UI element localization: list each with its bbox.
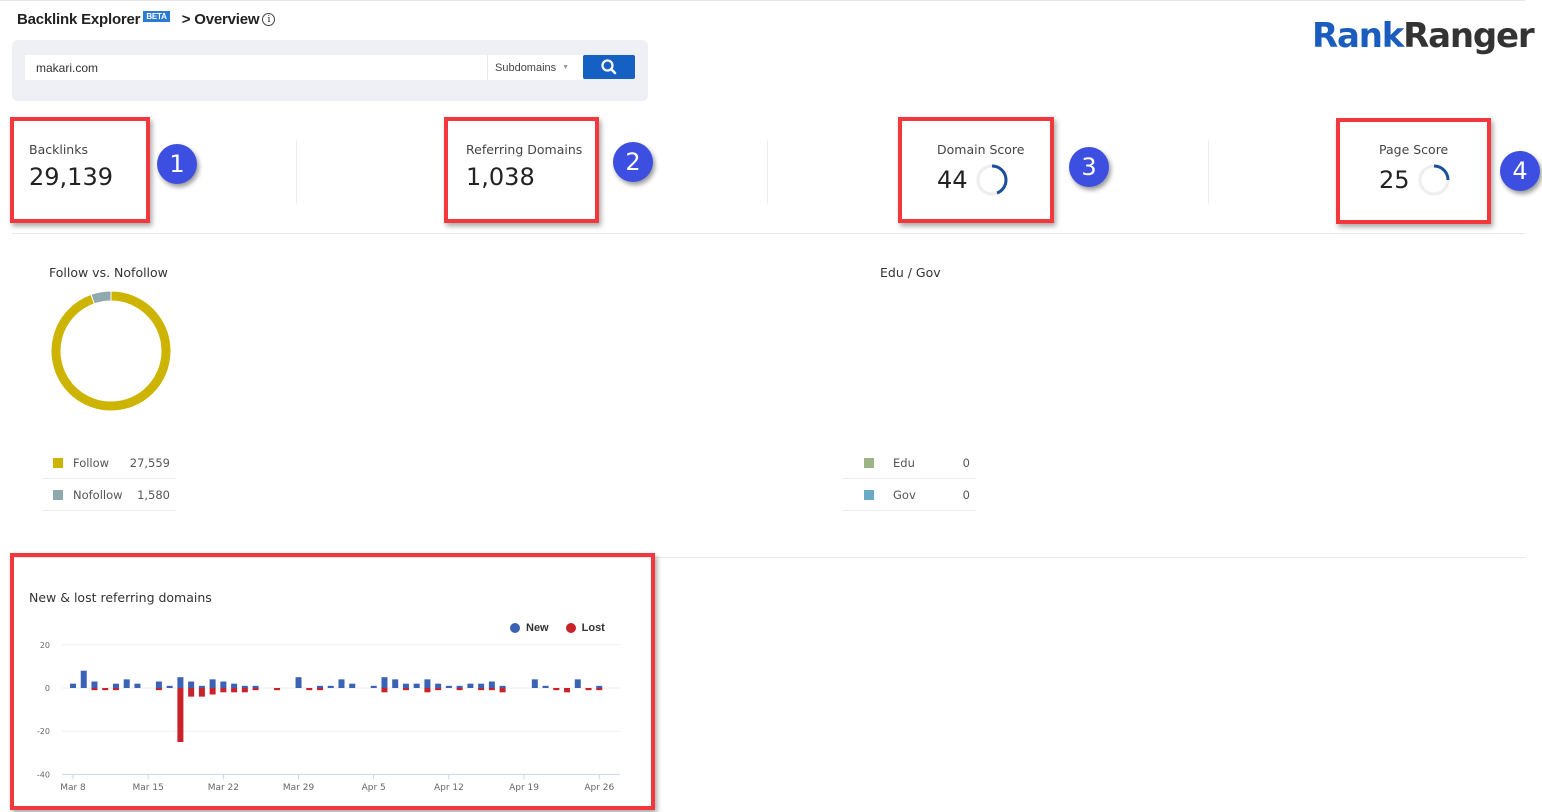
annotation-badge-3: 3 — [1069, 147, 1109, 187]
annotation-box-chart — [10, 553, 655, 810]
logo-rank: Rank — [1312, 16, 1404, 56]
legend-row-edu: Edu 0 — [843, 447, 976, 479]
metric-divider — [1208, 140, 1209, 204]
metric-divider — [767, 140, 768, 204]
edu-swatch — [864, 457, 874, 468]
legend-row-gov: Gov 0 — [843, 479, 976, 511]
legend-name: Edu — [893, 455, 915, 470]
legend-value: 0 — [962, 487, 970, 502]
edu-gov-section-title: Edu / Gov — [880, 265, 941, 280]
rankranger-logo: RankRanger — [1312, 16, 1535, 56]
annotation-box-3 — [898, 117, 1054, 223]
legend-value: 0 — [962, 455, 970, 470]
annotation-badge-4: 4 — [1500, 151, 1540, 191]
logo-ranger: Ranger — [1403, 16, 1534, 56]
annotation-box-4 — [1336, 118, 1491, 224]
gov-swatch — [864, 489, 874, 500]
legend-name: Gov — [893, 487, 916, 502]
